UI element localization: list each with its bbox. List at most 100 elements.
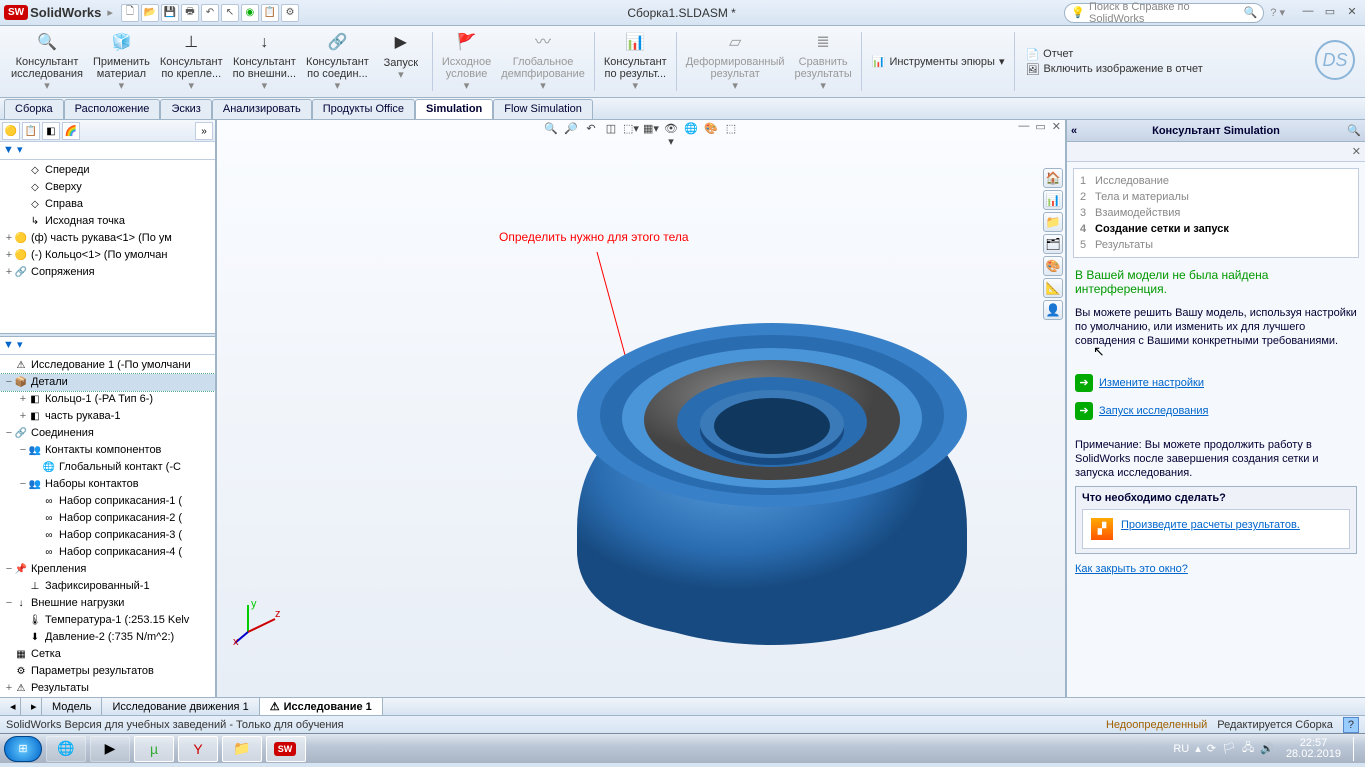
tree-filter-2[interactable]: ▼ ▾ (0, 337, 215, 355)
expand-icon[interactable]: + (18, 392, 28, 407)
section-icon[interactable]: ◫ (602, 122, 620, 138)
ribbon-консультант[interactable]: 📊Консультантпо результ...▾ (599, 28, 672, 95)
settings-icon[interactable]: ⚙ (281, 4, 299, 22)
close-window-link[interactable]: Как закрыть это окно? (1075, 562, 1357, 576)
tree-item[interactable]: −↓Внешние нагрузки (0, 595, 215, 612)
show-desktop[interactable] (1353, 737, 1361, 761)
select-icon[interactable]: ↖ (221, 4, 239, 22)
tab-scroll-right[interactable]: ▸ (21, 698, 42, 715)
explorer-icon[interactable]: 📁 (222, 736, 262, 762)
taskpane-view-icon[interactable]: 🗂 (1043, 234, 1063, 254)
taskpane-library-icon[interactable]: 📊 (1043, 190, 1063, 210)
help-icon[interactable]: ? ▾ (1270, 6, 1285, 19)
include-image-button[interactable]: 🖼Включить изображение в отчет (1025, 63, 1202, 76)
tab-Сборка[interactable]: Сборка (4, 99, 64, 119)
tree-item[interactable]: +⚠Результаты (0, 680, 215, 697)
change-settings-link[interactable]: ➔ Измените настройки (1075, 374, 1357, 392)
tree-item[interactable]: ◇Справа (0, 196, 215, 213)
tab-Эскиз[interactable]: Эскиз (160, 99, 211, 119)
tray-flag-icon[interactable]: 🏳 (1222, 742, 1236, 755)
tree-item[interactable]: +◧Кольцо-1 (-PA Тип 6-) (0, 391, 215, 408)
tree-item[interactable]: +🟡(-) Кольцо<1> (По умолчан (0, 247, 215, 264)
ribbon-запуск[interactable]: ▶Запуск▾ (374, 28, 428, 95)
tab-Расположение[interactable]: Расположение (64, 99, 161, 119)
taskpane-sim-icon[interactable]: 👤 (1043, 300, 1063, 320)
step-1[interactable]: 1 Исследование (1080, 173, 1352, 189)
tree-filter[interactable]: ▼ ▾ (0, 142, 215, 160)
print-icon[interactable]: 🖶 (181, 4, 199, 22)
utorrent-icon[interactable]: µ (134, 736, 174, 762)
yandex-icon[interactable]: Y (178, 736, 218, 762)
expand-icon[interactable]: − (18, 443, 28, 458)
tree-item[interactable]: ↳Исходная точка (0, 213, 215, 230)
start-button[interactable]: ⊞ (4, 736, 42, 762)
tree-item[interactable]: +◧часть рукава-1 (0, 408, 215, 425)
panel-close-icon[interactable]: ✕ (1352, 146, 1361, 158)
expand-icon[interactable]: − (18, 477, 28, 492)
ribbon-консультант[interactable]: 🔗Консультантпо соедин...▾ (301, 28, 374, 95)
view-orient-icon[interactable]: ⬚▾ (622, 122, 640, 138)
tree-item[interactable]: ∞Набор соприкасания-2 ( (0, 510, 215, 527)
tree-item[interactable]: ∞Набор соприкасания-4 ( (0, 544, 215, 561)
close-button[interactable]: ✕ (1343, 5, 1361, 21)
ribbon-консультант[interactable]: ⊥Консультантпо крепле...▾ (155, 28, 228, 95)
tree-item[interactable]: ⚙Параметры результатов (0, 663, 215, 680)
new-icon[interactable]: 🗋 (121, 4, 139, 22)
expand-icon[interactable]: − (4, 562, 14, 577)
tree-item[interactable]: −📌Крепления (0, 561, 215, 578)
ie-icon[interactable]: 🌐 (46, 736, 86, 762)
tree-item[interactable]: −📦Детали (0, 374, 215, 391)
tree-tab-4[interactable]: 🌈 (62, 122, 80, 140)
expand-icon[interactable]: + (4, 231, 14, 246)
vp-close[interactable]: ✕ (1052, 120, 1061, 133)
expand-icon[interactable]: + (4, 681, 14, 696)
tray-sound-icon[interactable]: 🔊 (1260, 742, 1274, 755)
tree-item[interactable]: ⊥Зафиксированный-1 (0, 578, 215, 595)
open-icon[interactable]: 📂 (141, 4, 159, 22)
lang-indicator[interactable]: RU (1173, 743, 1189, 755)
tree-item[interactable]: ◇Сверху (0, 179, 215, 196)
expand-icon[interactable]: − (4, 596, 14, 611)
help-search[interactable]: 💡 Поиск в Справке по SolidWorks 🔍 (1064, 3, 1264, 23)
ribbon-консультант[interactable]: ↓Консультантпо внешни...▾ (228, 28, 301, 95)
display-style-icon[interactable]: ▦▾ (642, 122, 660, 138)
minimize-button[interactable]: — (1299, 5, 1317, 21)
study-tab[interactable]: Исследование движения 1 (102, 698, 259, 715)
study-tab[interactable]: ⚠Исследование 1 (260, 698, 383, 715)
hide-show-icon[interactable]: 👁▾ (662, 122, 680, 138)
expand-icon[interactable]: − (4, 375, 14, 390)
media-icon[interactable]: ▶ (90, 736, 130, 762)
vp-minimize[interactable]: — (1018, 120, 1029, 133)
tree-item[interactable]: ∞Набор соприкасания-3 ( (0, 527, 215, 544)
expand-icon[interactable]: + (18, 409, 28, 424)
tab-Продукты Office[interactable]: Продукты Office (312, 99, 415, 119)
zoom-area-icon[interactable]: 🔎 (562, 122, 580, 138)
run-study-link[interactable]: ➔ Запуск исследования (1075, 402, 1357, 420)
tree-item[interactable]: 🌡Температура-1 (:253.15 Kelv (0, 612, 215, 629)
panel-help-icon[interactable]: 🔍 (1347, 124, 1361, 137)
undo-icon[interactable]: ↶ (201, 4, 219, 22)
tree-expand-icon[interactable]: » (195, 122, 213, 140)
ribbon-консультант[interactable]: 🔍Консультантисследования▾ (6, 28, 88, 95)
system-clock[interactable]: 22:5728.02.2019 (1280, 738, 1347, 760)
tree-item[interactable]: ⚠Исследование 1 (-По умолчани (0, 357, 215, 374)
step-5[interactable]: 5 Результаты (1080, 237, 1352, 253)
plot-tools-button[interactable]: 📊Инструменты эпюры ▾ (872, 55, 1005, 68)
zoom-fit-icon[interactable]: 🔍 (542, 122, 560, 138)
collapse-icon[interactable]: « (1071, 125, 1077, 137)
tray-up-icon[interactable]: ▴ (1195, 742, 1201, 755)
tree-item[interactable]: −🔗Соединения (0, 425, 215, 442)
step-2[interactable]: 2 Тела и материалы (1080, 189, 1352, 205)
tree-item[interactable]: ⬇Давление-2 (:735 N/m^2:) (0, 629, 215, 646)
expand-icon[interactable]: + (4, 265, 14, 280)
tree-item[interactable]: +🟡(ф) часть рукава<1> (По ум (0, 230, 215, 247)
tab-Simulation[interactable]: Simulation (415, 99, 493, 119)
options-icon[interactable]: 📋 (261, 4, 279, 22)
ribbon-применить[interactable]: 🧊Применитьматериал▾ (88, 28, 155, 95)
status-help-icon[interactable]: ? (1343, 717, 1359, 733)
appearance-icon[interactable]: 🎨 (702, 122, 720, 138)
scene-icon[interactable]: 🌐 (682, 122, 700, 138)
tree-item[interactable]: −👥Наборы контактов (0, 476, 215, 493)
taskpane-explorer-icon[interactable]: 📁 (1043, 212, 1063, 232)
step-3[interactable]: 3 Взаимодействия (1080, 205, 1352, 221)
